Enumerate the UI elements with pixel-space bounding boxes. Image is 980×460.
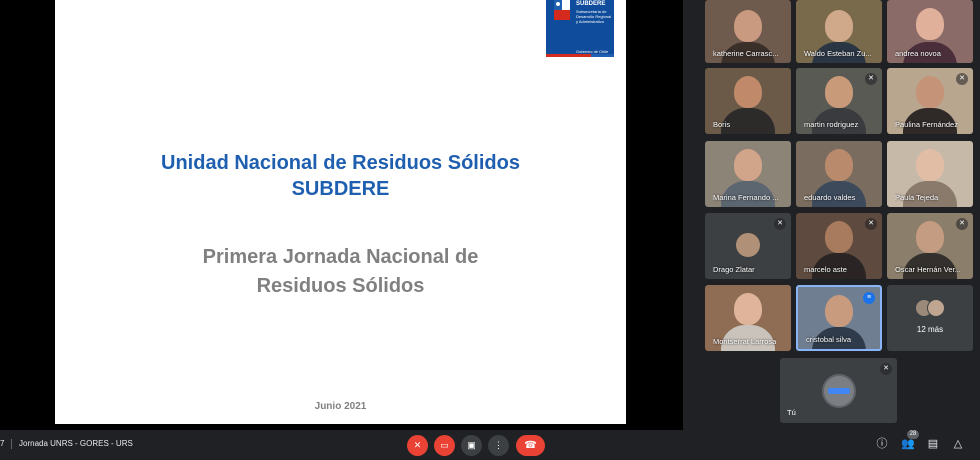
slide-date: Junio 2021 xyxy=(314,401,367,412)
subdere-logo: SUBDERE Subsecretaría de Desarrollo Regi… xyxy=(546,0,614,57)
mic-off-icon: ✕ xyxy=(865,218,877,230)
participant-count-badge: 28 xyxy=(907,430,919,439)
more-participants-label: 12 más xyxy=(916,325,944,334)
participant-video xyxy=(916,221,944,253)
avatar xyxy=(736,233,760,257)
participant-video xyxy=(916,76,944,108)
slide-title: Unidad Nacional de Residuos Sólidos SUBD… xyxy=(55,150,626,202)
participant-tile[interactable]: ✕ Oscar Hernán Ver... xyxy=(887,213,973,279)
participant-name: Oscar Hernán Ver... xyxy=(895,265,961,274)
participant-name: andrea novoa xyxy=(895,49,941,58)
present-icon[interactable]: ▣ xyxy=(461,435,482,456)
participant-video xyxy=(734,10,762,42)
mic-off-icon: ✕ xyxy=(956,218,968,230)
participant-video xyxy=(916,8,944,40)
slide-title-line1: Unidad Nacional de Residuos Sólidos xyxy=(161,152,520,174)
logo-subtitle: Subsecretaría de Desarrollo Regional y A… xyxy=(576,9,612,24)
participant-tile[interactable]: ✕ marcelo aste xyxy=(796,213,882,279)
participant-video xyxy=(825,76,853,108)
more-participants-avatars xyxy=(915,299,947,317)
participant-tile[interactable]: ✕ martin rodriguez xyxy=(796,68,882,134)
participant-tile[interactable]: andrea novoa xyxy=(887,0,973,63)
participant-name: Boris xyxy=(713,120,731,129)
meet-stage: SUBDERE Subsecretaría de Desarrollo Regi… xyxy=(0,0,980,430)
chile-flag-icon xyxy=(554,0,570,20)
participant-name: martin rodriguez xyxy=(804,120,859,129)
info-icon[interactable]: ⓘ xyxy=(875,437,889,451)
participant-name: Waldo Esteban Zu... xyxy=(804,49,872,58)
participant-tile[interactable]: Paula Tejeda xyxy=(887,141,973,207)
participant-name: marcelo aste xyxy=(804,265,847,274)
more-vert-icon[interactable]: ⋮ xyxy=(488,435,509,456)
participant-name: Paula Tejeda xyxy=(895,193,939,202)
meeting-title: Jornada UNRS - GORES - URS xyxy=(19,439,133,448)
participant-tile[interactable]: ✕ Paulina Fernández xyxy=(887,68,973,134)
more-participants-tile[interactable]: 12 más xyxy=(887,285,973,351)
participant-name: Marina Fernando ... xyxy=(713,193,779,202)
participant-tile[interactable]: eduardo valdes xyxy=(796,141,882,207)
slide-subtitle-line2: Residuos Sólidos xyxy=(256,275,425,297)
presentation-slide: SUBDERE Subsecretaría de Desarrollo Regi… xyxy=(55,0,626,424)
mic-off-icon: ✕ xyxy=(865,73,877,85)
mic-off-icon: ✕ xyxy=(880,363,892,375)
divider xyxy=(11,439,12,449)
self-tile[interactable]: ✕ Tú xyxy=(780,358,897,423)
self-label: Tú xyxy=(787,408,796,417)
participant-name: eduardo valdes xyxy=(804,193,856,202)
participant-tile[interactable]: Montserrat Larrosa xyxy=(705,285,791,351)
participant-tile[interactable]: Waldo Esteban Zu... xyxy=(796,0,882,63)
mic-off-icon: ✕ xyxy=(774,218,786,230)
participant-tile[interactable]: ✕ Drago Zlatar xyxy=(705,213,791,279)
participant-name: cristobal silva xyxy=(806,335,852,344)
slide-subtitle-line1: Primera Jornada Nacional de xyxy=(202,246,479,268)
presentation-area: SUBDERE Subsecretaría de Desarrollo Regi… xyxy=(0,0,683,430)
activities-icon[interactable]: △ xyxy=(951,437,965,451)
participant-video xyxy=(734,76,762,108)
chat-icon[interactable]: ▤ xyxy=(926,437,940,451)
participant-tile[interactable]: Boris xyxy=(705,68,791,134)
slide-subtitle: Primera Jornada Nacional de Residuos Sól… xyxy=(55,243,626,301)
speaking-indicator-icon: ≡ xyxy=(863,292,875,304)
participant-video xyxy=(825,295,853,327)
meeting-time: 7 xyxy=(0,439,5,448)
participant-name: Montserrat Larrosa xyxy=(713,337,777,346)
participant-video xyxy=(825,221,853,253)
participant-video xyxy=(734,149,762,181)
mic-off-icon: ✕ xyxy=(956,73,968,85)
participant-video xyxy=(825,10,853,42)
participant-name: Paulina Fernández xyxy=(895,120,958,129)
participant-name: Drago Zlatar xyxy=(713,265,755,274)
people-icon[interactable]: 👥 xyxy=(901,437,915,451)
participant-name: katherine Carrasc... xyxy=(713,49,779,58)
participant-tile[interactable]: Marina Fernando ... xyxy=(705,141,791,207)
participant-video xyxy=(825,149,853,181)
call-end-icon[interactable]: ☎ xyxy=(516,435,545,456)
participant-tile-speaking[interactable]: ≡ cristobal silva xyxy=(796,285,882,351)
meeting-controls-bar: 7 Jornada UNRS - GORES - URS ✕ ▭ ▣ ⋮ ☎ ⓘ… xyxy=(0,430,980,460)
participant-video xyxy=(734,293,762,325)
slide-title-line2: SUBDERE xyxy=(291,178,390,200)
self-avatar xyxy=(822,374,856,408)
logo-name: SUBDERE xyxy=(576,1,606,7)
mic-off-icon[interactable]: ✕ xyxy=(407,435,428,456)
camera-off-icon[interactable]: ▭ xyxy=(434,435,455,456)
participant-tile[interactable]: katherine Carrasc... xyxy=(705,0,791,63)
participant-video xyxy=(916,149,944,181)
